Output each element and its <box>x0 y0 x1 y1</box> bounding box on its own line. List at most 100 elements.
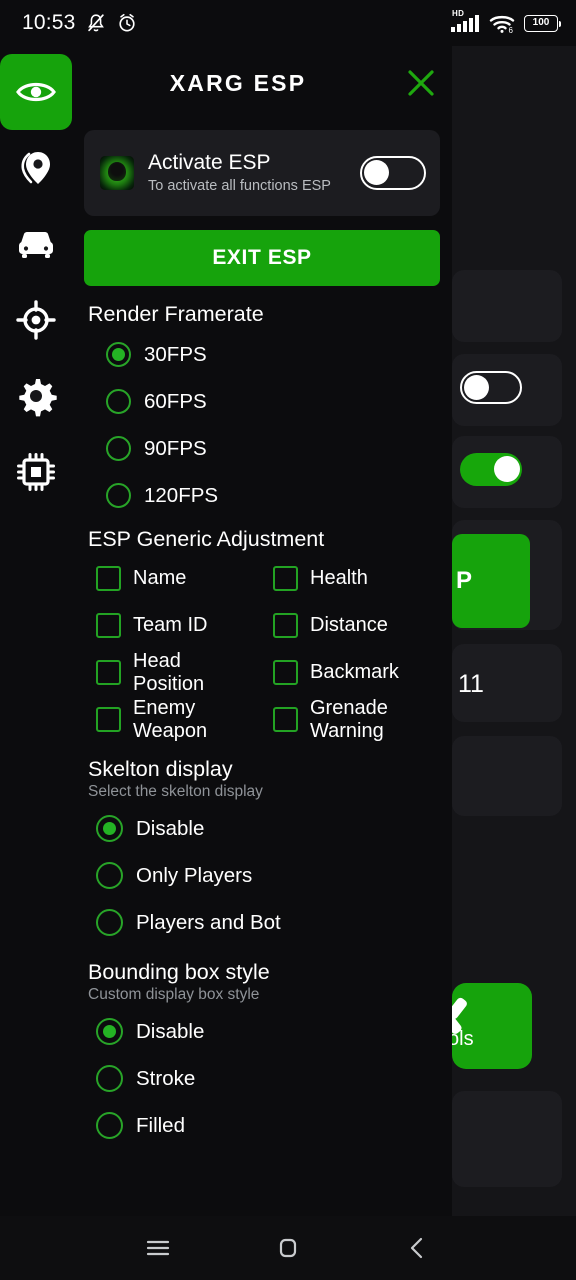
gear-icon <box>19 379 57 417</box>
battery-icon: 100 <box>524 14 561 32</box>
checkbox-indicator <box>96 613 121 638</box>
esp-generic-options: Name Health Team ID Distance Head Positi… <box>84 555 440 743</box>
skelton-display-title: Skelton display <box>88 757 233 781</box>
checkbox-label: Backmark <box>310 661 399 684</box>
radio-label: Only Players <box>136 863 253 887</box>
skelton-display-options: Disable Only Players Players and Bot <box>84 805 440 946</box>
radio-box-disable[interactable]: Disable <box>84 1008 440 1055</box>
checkbox-grenade-warning[interactable]: Grenade Warning <box>273 696 440 743</box>
android-nav-bar <box>0 1216 576 1280</box>
chip-icon <box>17 453 55 491</box>
radio-label: Filled <box>136 1113 185 1137</box>
eye-icon <box>16 82 56 102</box>
checkbox-indicator <box>273 660 298 685</box>
bounding-box-options: Disable Stroke Filled <box>84 1008 440 1149</box>
recents-button[interactable] <box>93 1216 223 1280</box>
render-framerate-title: Render Framerate <box>88 302 264 326</box>
activate-esp-toggle[interactable] <box>360 156 426 190</box>
radio-indicator <box>96 815 123 842</box>
checkbox-indicator <box>273 707 298 732</box>
sidebar-item-location[interactable] <box>0 130 72 206</box>
sidebar-item-settings[interactable] <box>0 358 72 434</box>
checkbox-label: Head Position <box>133 650 205 695</box>
sidebar-item-aim[interactable] <box>0 282 72 358</box>
exit-esp-button[interactable]: EXIT ESP <box>84 230 440 286</box>
sidebar-item-memory[interactable] <box>0 434 72 510</box>
skelton-display-subtitle: Select the skelton display <box>88 783 263 800</box>
checkbox-label: Distance <box>310 614 388 637</box>
bg-green-button[interactable]: P <box>452 534 530 628</box>
radio-skelton-disable[interactable]: Disable <box>84 805 440 852</box>
radio-120fps[interactable]: 120FPS <box>84 472 440 519</box>
checkbox-label: Name <box>133 567 187 590</box>
radio-label: 120FPS <box>144 483 219 507</box>
settings-content: Activate ESP To activate all functions E… <box>74 120 452 1216</box>
radio-90fps[interactable]: 90FPS <box>84 425 440 472</box>
radio-label: 60FPS <box>144 389 207 413</box>
radio-60fps[interactable]: 60FPS <box>84 378 440 425</box>
sidebar-item-vehicle[interactable] <box>0 206 72 282</box>
checkbox-label: Enemy Weapon <box>133 697 208 742</box>
checkbox-indicator <box>273 613 298 638</box>
back-button[interactable] <box>353 1216 483 1280</box>
checkbox-enemy-weapon[interactable]: Enemy Weapon <box>96 696 263 743</box>
bg-card-1 <box>452 270 562 342</box>
bg-card-6 <box>452 736 562 816</box>
radio-label: 90FPS <box>144 436 207 460</box>
radio-box-filled[interactable]: Filled <box>84 1102 440 1149</box>
radio-30fps[interactable]: 30FPS <box>84 331 440 378</box>
esp-overlay-window: XARG ESP Activate ESP To activate all fu… <box>0 46 452 1216</box>
battery-level-label: 100 <box>532 17 550 28</box>
checkbox-team-id[interactable]: Team ID <box>96 602 263 649</box>
status-bar-left: 10:53 <box>22 11 138 35</box>
bg-green-card[interactable]: ols <box>452 983 532 1069</box>
close-icon[interactable] <box>402 64 440 102</box>
activate-esp-title: Activate ESP <box>148 150 271 174</box>
checkbox-distance[interactable]: Distance <box>273 602 440 649</box>
wifi-icon: 6 <box>489 15 515 34</box>
home-button[interactable] <box>223 1216 353 1280</box>
radio-label: Disable <box>136 816 205 840</box>
bg-toggle-knob <box>464 375 489 400</box>
radio-box-stroke[interactable]: Stroke <box>84 1055 440 1102</box>
radio-indicator <box>106 436 131 461</box>
checkbox-name[interactable]: Name <box>96 555 263 602</box>
toggle-knob <box>364 160 389 185</box>
radio-skelton-players-and-bot[interactable]: Players and Bot <box>84 899 440 946</box>
radio-label: Players and Bot <box>136 910 281 934</box>
radio-indicator <box>96 909 123 936</box>
checkbox-head-position[interactable]: Head Position <box>96 649 263 696</box>
checkbox-indicator <box>96 566 121 591</box>
radio-indicator <box>96 1065 123 1092</box>
bg-toggle-knob <box>494 456 520 482</box>
activate-esp-card[interactable]: Activate ESP To activate all functions E… <box>84 130 440 216</box>
svg-text:6: 6 <box>509 26 514 34</box>
bg-green-card-label: ols <box>452 1028 474 1050</box>
radio-label: Stroke <box>136 1066 196 1090</box>
bg-toggle-off[interactable] <box>460 371 522 404</box>
alarm-icon <box>118 13 135 32</box>
checkbox-health[interactable]: Health <box>273 555 440 602</box>
back-icon <box>410 1237 423 1259</box>
app-emblem-icon <box>100 156 134 190</box>
crosshair-icon <box>16 300 56 340</box>
status-bar-right: HD 6 100 <box>450 9 561 34</box>
checkbox-label: Grenade Warning <box>310 697 388 742</box>
sidebar-item-esp[interactable] <box>0 54 72 130</box>
recents-icon <box>146 1240 170 1256</box>
radio-label: Disable <box>136 1019 205 1043</box>
checkbox-indicator <box>96 660 121 685</box>
bounding-box-subtitle: Custom display box style <box>88 986 260 1003</box>
radio-skelton-only-players[interactable]: Only Players <box>84 852 440 899</box>
status-bar: 10:53 HD 6 100 <box>0 0 576 46</box>
checkbox-indicator <box>273 566 298 591</box>
checkbox-backmark[interactable]: Backmark <box>273 649 440 696</box>
activate-esp-text: Activate ESP To activate all functions E… <box>148 151 360 195</box>
signal-icon: HD <box>450 9 480 33</box>
mute-icon <box>87 14 104 32</box>
radio-indicator <box>106 342 131 367</box>
radio-indicator <box>96 1018 123 1045</box>
bg-toggle-on[interactable] <box>460 453 522 486</box>
phone-screen: P 11 ols XARG ESP Activate ESP To activa… <box>0 0 576 1280</box>
home-icon <box>279 1238 297 1258</box>
